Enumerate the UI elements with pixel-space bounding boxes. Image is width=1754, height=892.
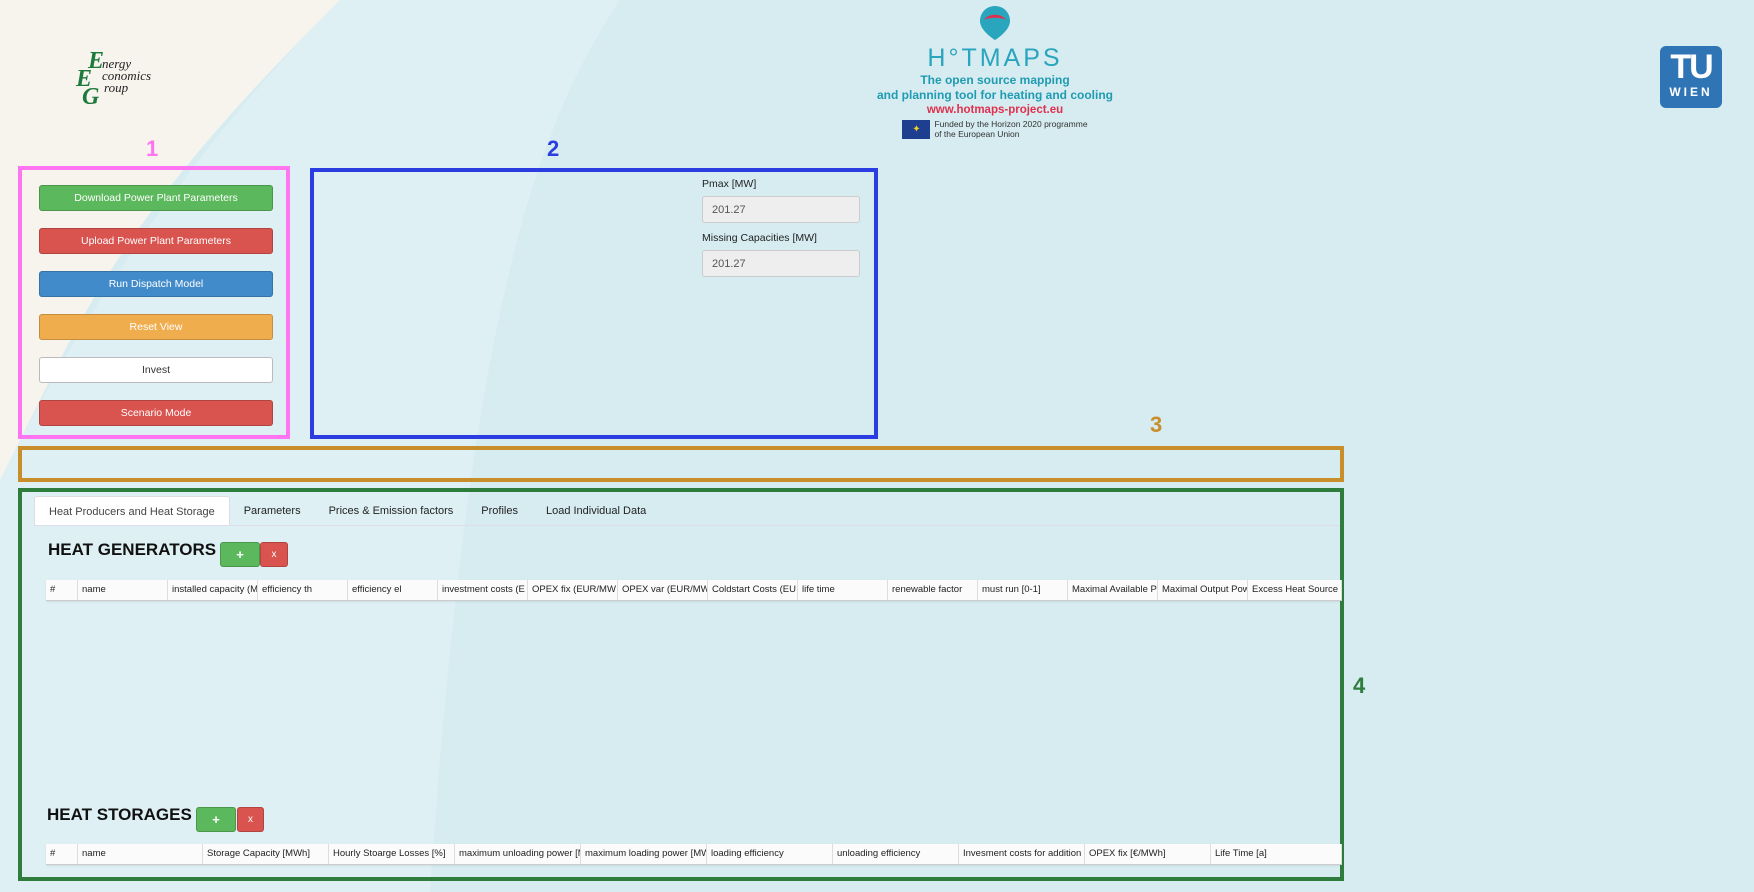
tu-logo-top: TU [1670,48,1713,86]
generators-column-header[interactable]: installed capacity (M [168,580,258,600]
invest-button[interactable]: Invest [39,357,273,383]
remove-storage-button[interactable]: x [237,807,264,832]
annotation-4: 4 [1353,673,1366,698]
pmax-field[interactable] [702,196,860,223]
missing-capacities-label: Missing Capacities [MW] [702,232,817,244]
eeg-logo-line3: roup [104,80,129,95]
storages-column-header[interactable]: maximum loading power [MW [581,844,707,864]
heat-generators-table-header: # name installed capacity (M efficiency th e… [46,580,1342,601]
eeg-logo: E E G nergy conomics roup [76,48,152,110]
generators-column-header[interactable]: must run [0-1] [978,580,1068,600]
tab-profiles[interactable]: Profiles [467,496,532,526]
add-storage-button[interactable]: + [196,807,236,832]
generators-column-header[interactable]: OPEX fix (EUR/MW [528,580,618,600]
reset-view-button[interactable]: Reset View [39,314,273,340]
scenario-mode-button[interactable]: Scenario Mode [39,400,273,426]
storages-column-header[interactable]: Hourly Stoarge Losses [%] [329,844,455,864]
remove-generator-button[interactable]: x [260,542,288,567]
tab-prices-emission[interactable]: Prices & Emission factors [315,496,468,526]
storages-column-header[interactable]: Life Time [a] [1211,844,1342,864]
heat-storages-table-header: # name Storage Capacity [MWh] Hourly Stoarg… [46,844,1342,865]
tab-heat-producers[interactable]: Heat Producers and Heat Storage [34,496,230,526]
tu-wien-logo: TU WIEN [1660,46,1722,108]
funding-line-2: of the European Union [934,129,1020,139]
generators-column-header[interactable]: # [46,580,78,600]
storages-column-header[interactable]: loading efficiency [707,844,833,864]
pmax-label: Pmax [MW] [702,178,757,190]
actions-panel: Download Power Plant Parameters Upload P… [18,166,290,439]
run-dispatch-model-button[interactable]: Run Dispatch Model [39,271,273,297]
annotation-3: 3 [1150,412,1163,437]
tab-load-individual-data[interactable]: Load Individual Data [532,496,660,526]
add-generator-button[interactable]: + [220,542,260,567]
annotation-1: 1 [146,136,159,161]
hotmaps-title: H°TMAPS [927,44,1063,72]
upload-power-plant-parameters-button[interactable]: Upload Power Plant Parameters [39,228,273,254]
storages-column-header[interactable]: maximum unloading power [M [455,844,581,864]
hotmaps-logo: H°TMAPS The open source mapping and plan… [860,4,1130,139]
funding-line-1: Funded by the Horizon 2020 programme [934,119,1088,129]
hotmaps-tagline-2: and planning tool for heating and coolin… [877,88,1113,102]
storages-column-header[interactable]: Invesment costs for addition [959,844,1085,864]
storages-column-header[interactable]: # [46,844,78,864]
storages-column-header[interactable]: OPEX fix [€/MWh] [1085,844,1211,864]
tab-divider [34,525,1340,526]
generators-column-header[interactable]: efficiency el [348,580,438,600]
generators-column-header[interactable]: Maximal Output Pow [1158,580,1248,600]
generators-column-header[interactable]: name [78,580,168,600]
generators-column-header[interactable]: OPEX var (EUR/MW [618,580,708,600]
hotmaps-url: www.hotmaps-project.eu [926,104,1064,116]
generators-column-header[interactable]: investment costs (E [438,580,528,600]
storages-column-header[interactable]: name [78,844,203,864]
tab-bar: Heat Producers and Heat Storage Paramete… [34,496,660,526]
missing-capacities-field[interactable] [702,250,860,277]
generators-column-header[interactable]: life time [798,580,888,600]
generators-column-header[interactable]: Coldstart Costs (EU [708,580,798,600]
generators-column-header[interactable]: Maximal Available P [1068,580,1158,600]
heat-storages-title: HEAT STORAGES [47,805,192,824]
download-power-plant-parameters-button[interactable]: Download Power Plant Parameters [39,185,273,211]
map-pin-icon [980,6,1010,40]
generators-column-header[interactable]: Excess Heat Source [1248,580,1342,600]
generators-column-header[interactable]: efficiency th [258,580,348,600]
tab-parameters[interactable]: Parameters [230,496,315,526]
results-panel: Pmax [MW] Missing Capacities [MW] [310,168,878,439]
generators-column-header[interactable]: renewable factor [888,580,978,600]
hotmaps-tagline-1: The open source mapping [920,73,1070,87]
tu-logo-bottom: WIEN [1669,85,1713,99]
annotation-2: 2 [547,136,560,161]
status-bar [18,446,1344,482]
data-panel: Heat Producers and Heat Storage Paramete… [18,488,1344,881]
eu-flag-icon: ✦ [902,119,931,139]
storages-column-header[interactable]: Storage Capacity [MWh] [203,844,329,864]
storages-column-header[interactable]: unloading efficiency [833,844,959,864]
heat-generators-title: HEAT GENERATORS [48,540,217,559]
